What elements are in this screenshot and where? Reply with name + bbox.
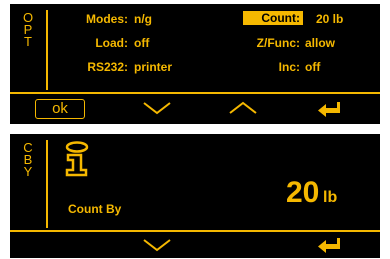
chevron-down-icon[interactable]: [142, 100, 172, 116]
field-title: Count By: [68, 202, 122, 216]
count-by-value: 20: [286, 176, 320, 209]
setting-value-count[interactable]: 20 lb: [316, 12, 343, 26]
setting-label-count: Count:: [243, 11, 303, 25]
count-by-unit: lb: [323, 189, 338, 206]
mode-letter: Y: [23, 164, 33, 179]
count-by-panel: C B Y Count By 20 lb: [10, 134, 380, 258]
options-panel: O P T Modes: n/g Load: off RS232: printe…: [10, 4, 380, 124]
setting-label-load: Load:: [95, 36, 128, 50]
divider-horizontal: [10, 92, 380, 94]
ok-button[interactable]: ok: [35, 99, 85, 119]
setting-value-rs232[interactable]: printer: [134, 60, 172, 74]
divider-horizontal: [10, 230, 380, 232]
setting-value-inc[interactable]: off: [305, 60, 320, 74]
chevron-down-icon[interactable]: [142, 237, 172, 253]
chevron-up-icon[interactable]: [228, 100, 258, 116]
mode-indicator: C B Y: [10, 141, 46, 179]
divider-vertical: [46, 10, 48, 90]
setting-label-inc: Inc:: [278, 60, 300, 74]
mode-letter: T: [24, 34, 32, 49]
setting-label-rs232: RS232:: [87, 60, 128, 74]
enter-arrow-icon[interactable]: [316, 100, 344, 118]
setting-label-zfunc: Z/Func:: [256, 36, 300, 50]
setting-label-modes: Modes:: [86, 12, 128, 26]
info-icon: [65, 141, 89, 177]
setting-value-load[interactable]: off: [134, 36, 149, 50]
enter-arrow-icon[interactable]: [316, 236, 344, 254]
setting-value-modes[interactable]: n/g: [134, 12, 152, 26]
setting-value-zfunc[interactable]: allow: [305, 36, 335, 50]
mode-indicator: O P T: [10, 11, 46, 49]
divider-vertical: [46, 140, 48, 228]
